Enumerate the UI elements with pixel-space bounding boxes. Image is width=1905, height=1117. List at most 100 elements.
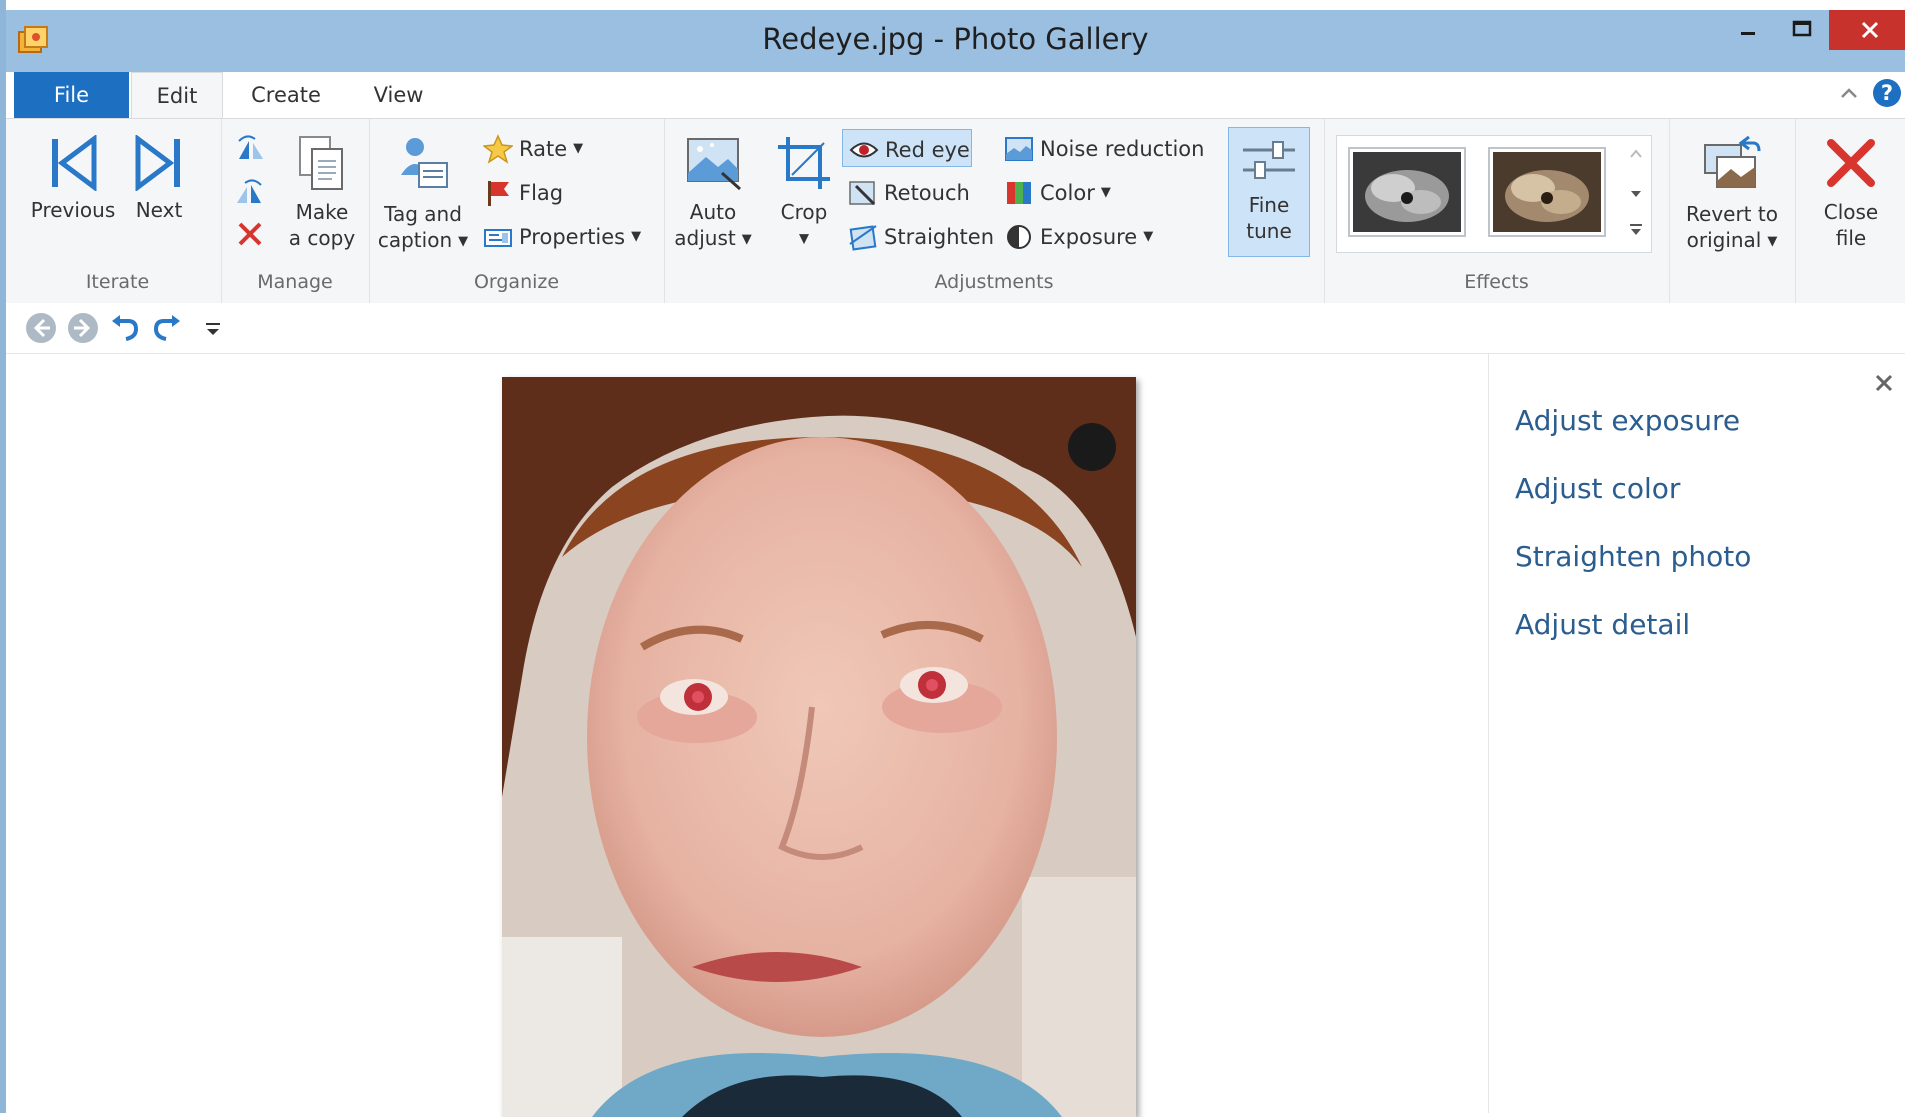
undo-icon[interactable] xyxy=(108,311,142,345)
properties-button[interactable]: Properties ▼ xyxy=(483,217,641,255)
flag-label: Flag xyxy=(519,181,564,205)
flag-button[interactable]: Flag xyxy=(483,173,563,211)
tab-create[interactable]: Create xyxy=(236,72,336,118)
close-file-label-2: file xyxy=(1835,226,1867,250)
forward-arrow-icon[interactable] xyxy=(66,311,100,345)
dropdown-arrow-icon: ▼ xyxy=(458,233,469,249)
close-window-button[interactable] xyxy=(1829,10,1905,50)
skip-back-icon xyxy=(52,135,97,191)
group-effects: Effects xyxy=(1324,119,1670,303)
effect-black-and-white-thumbnail[interactable] xyxy=(1348,147,1466,237)
make-a-copy-button[interactable]: Make a copy xyxy=(279,133,365,251)
noise-reduction-label: Noise reduction xyxy=(1040,137,1205,161)
color-icon xyxy=(1007,182,1031,204)
tab-edit[interactable]: Edit xyxy=(131,72,223,118)
adjust-detail-link[interactable]: Adjust detail xyxy=(1515,608,1690,641)
previous-button[interactable]: Previous xyxy=(28,135,118,223)
revert-to-original-button[interactable]: Revert to original ▼ xyxy=(1673,133,1791,255)
make-copy-label-2: a copy xyxy=(288,226,356,250)
rotate-left-icon[interactable] xyxy=(233,133,267,163)
close-file-button[interactable]: Close file xyxy=(1801,133,1901,251)
retouch-button[interactable]: Retouch xyxy=(848,173,970,211)
crop-label: Crop xyxy=(780,200,828,224)
close-file-label-1: Close xyxy=(1823,200,1879,224)
red-x-icon xyxy=(1827,139,1875,187)
ribbon-tabs: File Edit Create View ? xyxy=(6,72,1905,118)
dropdown-arrow-icon: ▼ xyxy=(799,231,809,247)
back-arrow-icon[interactable] xyxy=(24,311,58,345)
adjust-exposure-link[interactable]: Adjust exposure xyxy=(1515,404,1740,437)
group-label-effects: Effects xyxy=(1464,271,1529,293)
title-bar: Redeye.jpg - Photo Gallery xyxy=(6,10,1905,72)
tab-view[interactable]: View xyxy=(356,72,441,118)
next-button[interactable]: Next xyxy=(124,135,194,223)
photo-viewer-area: Adjust exposure Adjust color Straighten … xyxy=(6,354,1905,1117)
crop-button[interactable]: Crop ▼ xyxy=(764,133,844,253)
skip-forward-icon xyxy=(135,135,180,191)
tag-person-icon xyxy=(401,138,448,188)
tag-and-caption-button[interactable]: Tag and caption ▼ xyxy=(375,133,471,255)
fine-tune-label-2: tune xyxy=(1246,219,1292,243)
straighten-label: Straighten xyxy=(884,225,995,249)
straighten-icon xyxy=(849,225,877,251)
copy-icon xyxy=(299,136,343,190)
redo-icon[interactable] xyxy=(150,311,184,345)
rate-button[interactable]: Rate ▼ xyxy=(483,129,583,167)
next-label: Next xyxy=(135,198,183,222)
retouch-brush-icon xyxy=(849,181,876,206)
group-organize: Tag and caption ▼ Rate ▼ Flag Properties… xyxy=(369,119,665,303)
auto-adjust-button[interactable]: Auto adjust ▼ xyxy=(668,133,758,253)
photo-gallery-window: Redeye.jpg - Photo Gallery File Edit Cre… xyxy=(0,0,1905,1117)
help-icon[interactable]: ? xyxy=(1872,78,1902,108)
crop-icon xyxy=(778,137,830,189)
dropdown-arrow-icon: ▼ xyxy=(1767,233,1778,249)
color-label: Color xyxy=(1040,181,1095,205)
properties-label: Properties xyxy=(519,225,626,249)
dropdown-arrow-icon: ▼ xyxy=(631,229,642,244)
star-icon xyxy=(483,134,513,164)
straighten-button[interactable]: Straighten xyxy=(848,217,994,255)
fine-tune-button[interactable]: Fine tune xyxy=(1228,127,1310,257)
fine-tune-pane: Adjust exposure Adjust color Straighten … xyxy=(1488,354,1905,1113)
group-iterate: Previous Next Iterate xyxy=(14,119,222,303)
quick-access-toolbar xyxy=(6,303,1905,354)
rotate-right-icon[interactable] xyxy=(233,177,267,207)
dropdown-arrow-icon: ▼ xyxy=(1143,229,1154,244)
effect-sepia-thumbnail[interactable] xyxy=(1488,147,1606,237)
customize-toolbar-icon[interactable] xyxy=(202,311,224,345)
svg-text:?: ? xyxy=(1881,81,1893,105)
photo-preview[interactable] xyxy=(502,377,1136,1117)
minimize-button[interactable] xyxy=(1723,10,1773,50)
flower-grayscale-image xyxy=(1353,152,1461,232)
flag-icon xyxy=(488,181,509,206)
revert-label-2: original xyxy=(1686,228,1762,252)
properties-icon xyxy=(484,229,512,247)
group-label-organize: Organize xyxy=(473,271,560,293)
redeye-photo-image xyxy=(502,377,1136,1117)
exposure-button[interactable]: Exposure ▼ xyxy=(1004,217,1153,255)
noise-reduction-button[interactable]: Noise reduction xyxy=(1004,129,1204,167)
red-eye-button[interactable]: Red eye xyxy=(842,129,972,167)
eye-icon xyxy=(849,142,879,158)
delete-icon[interactable] xyxy=(235,219,265,249)
dropdown-arrow-icon: ▼ xyxy=(1100,185,1111,200)
straighten-photo-link[interactable]: Straighten photo xyxy=(1515,540,1751,573)
rate-label: Rate xyxy=(519,137,568,161)
fine-tune-label-1: Fine xyxy=(1248,193,1290,217)
group-manage: Make a copy Manage xyxy=(221,119,370,303)
group-adjustments: Auto adjust ▼ Crop ▼ Red eye Retouch Str… xyxy=(664,119,1325,303)
color-button[interactable]: Color ▼ xyxy=(1004,173,1111,211)
tab-file[interactable]: File xyxy=(14,72,129,118)
red-eye-label: Red eye xyxy=(885,138,970,162)
tag-caption-label-2: caption xyxy=(377,228,453,252)
gallery-scroll-icon[interactable] xyxy=(1624,139,1648,249)
dropdown-arrow-icon: ▼ xyxy=(573,141,584,156)
auto-adjust-label-2: adjust xyxy=(674,226,736,250)
maximize-button[interactable] xyxy=(1773,10,1831,50)
adjust-color-link[interactable]: Adjust color xyxy=(1515,472,1680,505)
sliders-icon xyxy=(1243,141,1295,179)
close-pane-icon[interactable] xyxy=(1869,368,1899,398)
group-revert: Revert to original ▼ xyxy=(1669,119,1796,303)
revert-label-1: Revert to xyxy=(1686,202,1778,226)
minimize-ribbon-chevron-icon[interactable] xyxy=(1834,78,1864,108)
